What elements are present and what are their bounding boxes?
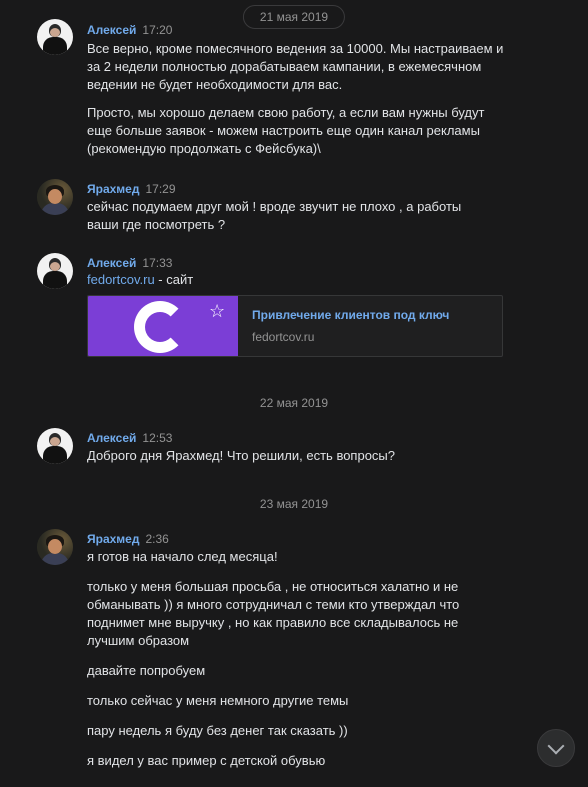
author-name[interactable]: Алексей 12:53 bbox=[87, 431, 172, 445]
avatar[interactable] bbox=[37, 19, 73, 55]
date-separator: 22 мая 2019 bbox=[259, 396, 329, 410]
author-label[interactable]: Алексей bbox=[87, 256, 136, 270]
message-text: Доброго дня Ярахмед! Что решили, есть во… bbox=[87, 447, 507, 465]
message-time[interactable]: 17:33 bbox=[142, 256, 172, 270]
message-paragraph: только у меня большая просьба , не относ… bbox=[87, 579, 460, 648]
message-paragraph: пару недель я буду без денег так сказать… bbox=[87, 723, 348, 738]
star-outline-icon[interactable]: ☆ bbox=[209, 302, 225, 320]
avatar[interactable] bbox=[37, 428, 73, 464]
avatar[interactable] bbox=[37, 253, 73, 289]
message-text: сейчас подумаем друг мой ! вроде звучит … bbox=[87, 198, 487, 234]
author-name[interactable]: Алексей 17:33 bbox=[87, 256, 172, 270]
avatar[interactable] bbox=[37, 179, 73, 215]
link-suffix: - сайт bbox=[154, 272, 194, 287]
message-text: я готов на начало след месяца! только у … bbox=[87, 548, 487, 770]
message-time[interactable]: 12:53 bbox=[142, 431, 172, 445]
author-name[interactable]: Ярахмед 2:36 bbox=[87, 532, 169, 546]
message-paragraph: я видел у вас пример с детской обувью bbox=[87, 753, 326, 768]
message-paragraph: Все верно, кроме помесячного ведения за … bbox=[87, 41, 504, 92]
message-paragraph: я готов на начало след месяца! bbox=[87, 549, 278, 564]
site-link[interactable]: fedortcov.ru bbox=[87, 272, 155, 287]
author-label[interactable]: Алексей bbox=[87, 23, 136, 37]
date-separator: 23 мая 2019 bbox=[259, 497, 329, 511]
site-logo bbox=[134, 301, 186, 353]
author-label[interactable]: Ярахмед bbox=[87, 182, 139, 196]
author-name[interactable]: Алексей 17:20 bbox=[87, 23, 172, 37]
message-text: fedortcov.ru - сайт bbox=[87, 271, 507, 289]
message-time[interactable]: 17:20 bbox=[142, 23, 172, 37]
message-paragraph: сейчас подумаем друг мой ! вроде звучит … bbox=[87, 199, 462, 232]
message-time[interactable]: 17:29 bbox=[145, 182, 175, 196]
avatar[interactable] bbox=[37, 529, 73, 565]
message-paragraph: только сейчас у меня немного другие темы bbox=[87, 693, 349, 708]
chevron-down-icon bbox=[547, 737, 565, 755]
message-paragraph: Просто, мы хорошо делаем свою работу, а … bbox=[87, 105, 485, 156]
message-text: Все верно, кроме помесячного ведения за … bbox=[87, 40, 507, 158]
date-separator: 21 мая 2019 bbox=[242, 5, 346, 29]
link-preview-title[interactable]: Привлечение клиентов под ключ bbox=[252, 308, 449, 322]
message-paragraph: Доброго дня Ярахмед! Что решили, есть во… bbox=[87, 448, 396, 463]
message-time[interactable]: 2:36 bbox=[145, 532, 168, 546]
link-preview-card[interactable]: ☆ Привлечение клиентов под ключ fedortco… bbox=[87, 295, 503, 357]
scroll-down-button[interactable] bbox=[537, 729, 575, 767]
author-name[interactable]: Ярахмед 17:29 bbox=[87, 182, 176, 196]
author-label[interactable]: Алексей bbox=[87, 431, 136, 445]
author-label[interactable]: Ярахмед bbox=[87, 532, 139, 546]
link-preview-thumbnail[interactable]: ☆ bbox=[88, 296, 238, 356]
link-preview-domain: fedortcov.ru bbox=[252, 330, 315, 344]
message-paragraph: давайте попробуем bbox=[87, 663, 206, 678]
